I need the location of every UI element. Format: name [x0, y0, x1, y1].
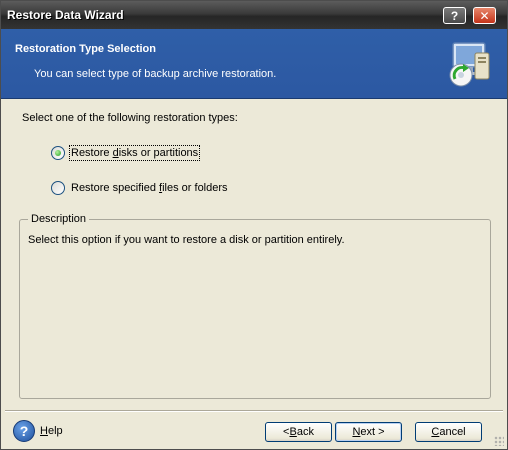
window-title: Restore Data Wizard	[7, 8, 124, 22]
next-button[interactable]: Next >	[335, 422, 402, 442]
radio-restore-files[interactable]	[51, 181, 65, 195]
help-label[interactable]: Help	[40, 425, 63, 437]
title-help-button[interactable]: ?	[443, 7, 466, 24]
close-button[interactable]: ✕	[473, 7, 496, 24]
option-restore-files-label[interactable]: Restore specified files or folders	[70, 181, 229, 195]
header-banner: Restoration Type Selection You can selec…	[1, 29, 507, 99]
resize-grip[interactable]	[494, 436, 504, 446]
option-restore-disks-label[interactable]: Restore disks or partitions	[68, 145, 201, 161]
restore-wizard-icon	[449, 42, 490, 87]
option-restore-files[interactable]: Restore specified files or folders	[51, 181, 229, 195]
footer-divider	[5, 410, 503, 412]
description-group: Description Select this option if you wa…	[19, 213, 491, 399]
page-title: Restoration Type Selection	[15, 43, 156, 55]
description-legend: Description	[28, 213, 90, 225]
page-subtitle: You can select type of backup archive re…	[34, 68, 277, 80]
question-icon: ?	[450, 8, 459, 23]
wizard-window: Restore Data Wizard ? ✕ Restoration Type…	[0, 0, 508, 450]
radio-restore-disks[interactable]	[51, 146, 65, 160]
help-icon: ?	[13, 420, 35, 442]
option-restore-disks[interactable]: Restore disks or partitions	[51, 145, 201, 161]
restoration-prompt: Select one of the following restoration …	[22, 112, 238, 124]
title-bar[interactable]: Restore Data Wizard ? ✕	[1, 1, 507, 29]
help-button[interactable]: ? Help	[13, 420, 63, 442]
cancel-button[interactable]: Cancel	[415, 422, 482, 442]
description-text: Select this option if you want to restor…	[28, 234, 345, 246]
close-icon: ✕	[479, 8, 490, 23]
back-button[interactable]: < Back	[265, 422, 332, 442]
